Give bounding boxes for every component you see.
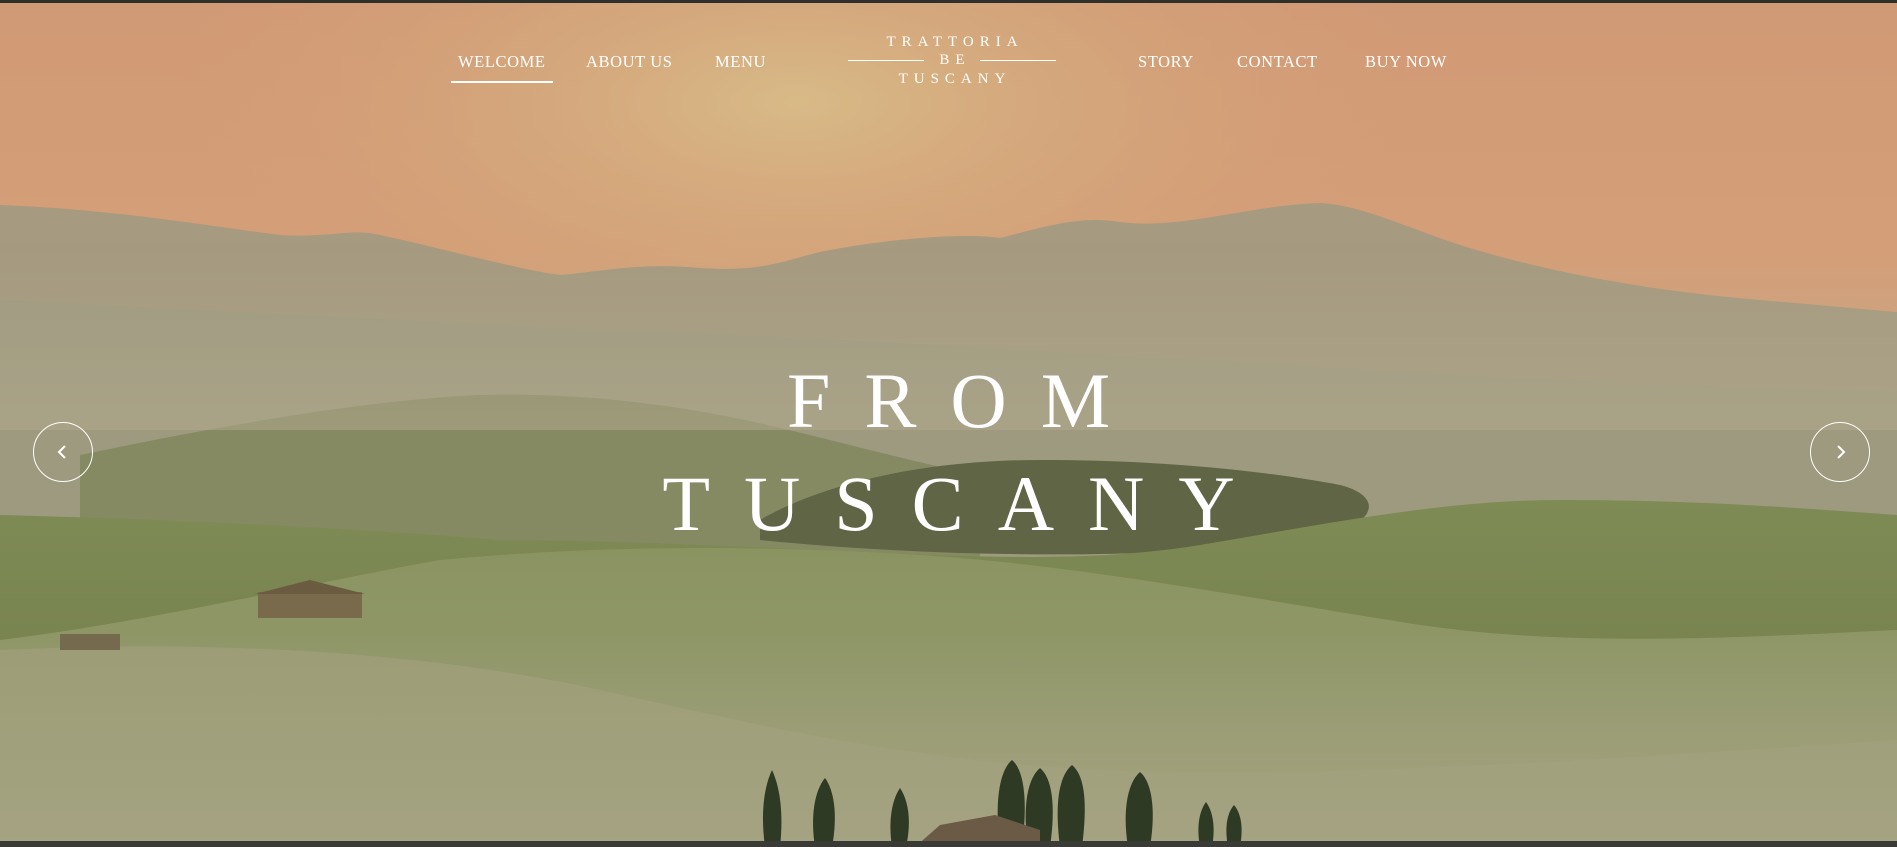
site-logo[interactable]: TRATTORIA BE TUSCANY: [848, 34, 1056, 90]
chevron-left-icon: [57, 445, 66, 459]
slider-next-button[interactable]: [1810, 422, 1870, 482]
logo-line-3: TUSCANY: [898, 71, 1012, 87]
nav-item-about-us[interactable]: ABOUT US: [586, 52, 673, 72]
main-navigation: WELCOME ABOUT US MENU TRATTORIA BE TUSCA…: [0, 0, 1897, 100]
slider-prev-button[interactable]: [33, 422, 93, 482]
bottom-border: [0, 841, 1897, 847]
nav-item-menu[interactable]: MENU: [715, 52, 766, 72]
nav-item-story[interactable]: STORY: [1138, 52, 1194, 72]
nav-item-contact[interactable]: CONTACT: [1237, 52, 1318, 72]
logo-line-1: TRATTORIA: [886, 34, 1024, 50]
hero-headline-line-2: TUSCANY: [662, 460, 1269, 547]
hero-headline-line-1: FROM: [786, 357, 1145, 444]
logo-rule-right: [980, 60, 1056, 61]
chevron-right-icon: [1837, 445, 1846, 459]
hero-slider: WELCOME ABOUT US MENU TRATTORIA BE TUSCA…: [0, 0, 1897, 847]
nav-item-welcome[interactable]: WELCOME: [451, 52, 553, 83]
nav-item-buy-now[interactable]: BUY NOW: [1365, 52, 1447, 72]
